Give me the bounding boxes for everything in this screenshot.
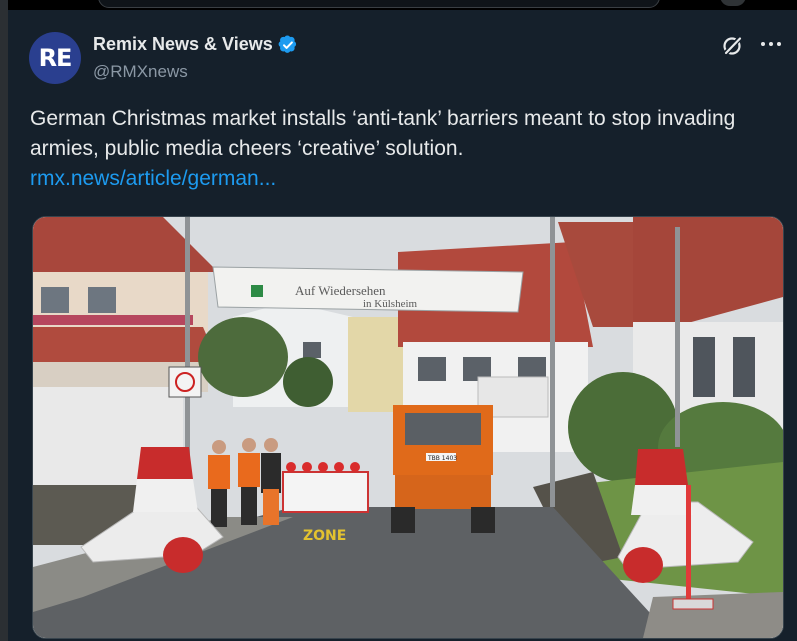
author-name-row: Remix News & Views: [93, 34, 298, 55]
welcome-banner: Auf Wiedersehen in Külsheim: [212, 266, 524, 313]
post-base: [672, 598, 714, 610]
road-marking: ZONE: [303, 528, 346, 544]
top-round-button[interactable]: [720, 0, 746, 6]
street-scene-image: ZONE Auf Wiedersehen in Külsheim TBB 140…: [33, 217, 783, 638]
top-search-bar-area: [8, 0, 797, 10]
banner-text-line2: in Külsheim: [363, 298, 418, 310]
marker-post: [686, 485, 691, 603]
tweet-photo[interactable]: ZONE Auf Wiedersehen in Külsheim TBB 140…: [32, 216, 784, 639]
lamp-pole-center: [550, 217, 555, 507]
avatar[interactable]: RE: [29, 32, 81, 84]
window-left-edge: [0, 0, 8, 641]
more-options-icon[interactable]: [759, 32, 783, 56]
lamp-pole-right: [675, 227, 680, 447]
tweet-body: German Christmas market installs ‘anti-t…: [30, 107, 736, 160]
author-handle[interactable]: @RMXnews: [93, 62, 188, 82]
tree-left: [198, 317, 288, 397]
tree-center: [283, 357, 333, 407]
white-fence: [282, 471, 369, 513]
no-entry-sign: [168, 366, 202, 398]
banner-text-line1: Auf Wiedersehen: [295, 283, 386, 298]
search-input-edge[interactable]: [98, 0, 660, 8]
truck-plate: TBB 1403: [427, 455, 457, 462]
verified-badge-icon: [278, 35, 296, 53]
tweet-text: German Christmas market installs ‘anti-t…: [30, 104, 770, 194]
article-link[interactable]: rmx.news/article/german...: [30, 164, 770, 194]
tweet-card[interactable]: RE Remix News & Views @RMXnews German Ch…: [8, 10, 797, 641]
grok-icon[interactable]: [721, 33, 745, 57]
author-display-name[interactable]: Remix News & Views: [93, 34, 273, 55]
